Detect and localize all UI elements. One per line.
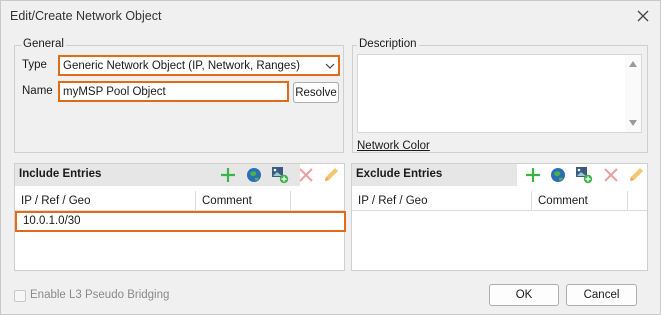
exclude-entries-panel: Exclude Entries IP / Ref / Geo Comment (351, 163, 648, 271)
include-column-comment[interactable]: Comment (196, 191, 291, 211)
name-input[interactable]: myMSP Pool Object (58, 81, 289, 102)
type-select-value: Generic Network Object (IP, Network, Ran… (63, 59, 300, 72)
include-entries-title: Include Entries (19, 168, 102, 180)
add-icon[interactable] (219, 166, 237, 184)
description-textarea[interactable] (357, 54, 642, 133)
description-group-label: Description (357, 38, 419, 50)
globe-icon[interactable] (245, 166, 263, 184)
edit-network-object-dialog: Edit/Create Network Object General Type … (0, 0, 661, 315)
edit-icon[interactable] (627, 166, 645, 184)
include-entries-panel: Include Entries IP / Ref / Geo Comment 1… (14, 163, 346, 271)
include-column-header: IP / Ref / Geo Comment (15, 191, 344, 211)
ok-button[interactable]: OK (489, 284, 559, 306)
delete-icon[interactable] (297, 166, 315, 184)
add-reference-icon[interactable] (575, 166, 593, 184)
enable-l3-bridging-checkbox[interactable] (14, 290, 26, 302)
window-title: Edit/Create Network Object (10, 9, 162, 23)
name-input-value: myMSP Pool Object (63, 85, 166, 98)
delete-icon[interactable] (602, 166, 620, 184)
edit-icon[interactable] (322, 166, 340, 184)
general-group-label: General (21, 38, 66, 50)
exclude-entries-header: Exclude Entries (352, 164, 517, 186)
type-label: Type (22, 59, 47, 71)
exclude-column-ip[interactable]: IP / Ref / Geo (352, 191, 532, 211)
globe-icon[interactable] (549, 166, 567, 184)
exclude-entries-title: Exclude Entries (356, 168, 443, 180)
add-reference-icon[interactable] (271, 166, 289, 184)
exclude-column-header: IP / Ref / Geo Comment (352, 191, 647, 211)
type-select[interactable]: Generic Network Object (IP, Network, Ran… (58, 55, 340, 76)
description-scrollbar[interactable] (625, 55, 641, 132)
resolve-button[interactable]: Resolve (293, 82, 339, 103)
name-label: Name (22, 85, 53, 97)
scroll-up-icon[interactable] (629, 61, 637, 67)
scroll-down-icon[interactable] (629, 120, 637, 126)
cancel-button[interactable]: Cancel (566, 284, 637, 306)
include-entry-value: 10.0.1.0/30 (23, 215, 81, 227)
add-icon[interactable] (524, 166, 542, 184)
include-column-ip[interactable]: IP / Ref / Geo (15, 191, 196, 211)
network-color-link[interactable]: Network Color (357, 140, 430, 152)
title-bar: Edit/Create Network Object (1, 1, 660, 32)
exclude-column-comment[interactable]: Comment (532, 191, 628, 211)
chevron-down-icon[interactable] (322, 58, 338, 74)
enable-l3-bridging-label: Enable L3 Pseudo Bridging (30, 289, 170, 301)
include-entry-row[interactable]: 10.0.1.0/30 (15, 211, 346, 232)
close-icon[interactable] (634, 7, 652, 25)
